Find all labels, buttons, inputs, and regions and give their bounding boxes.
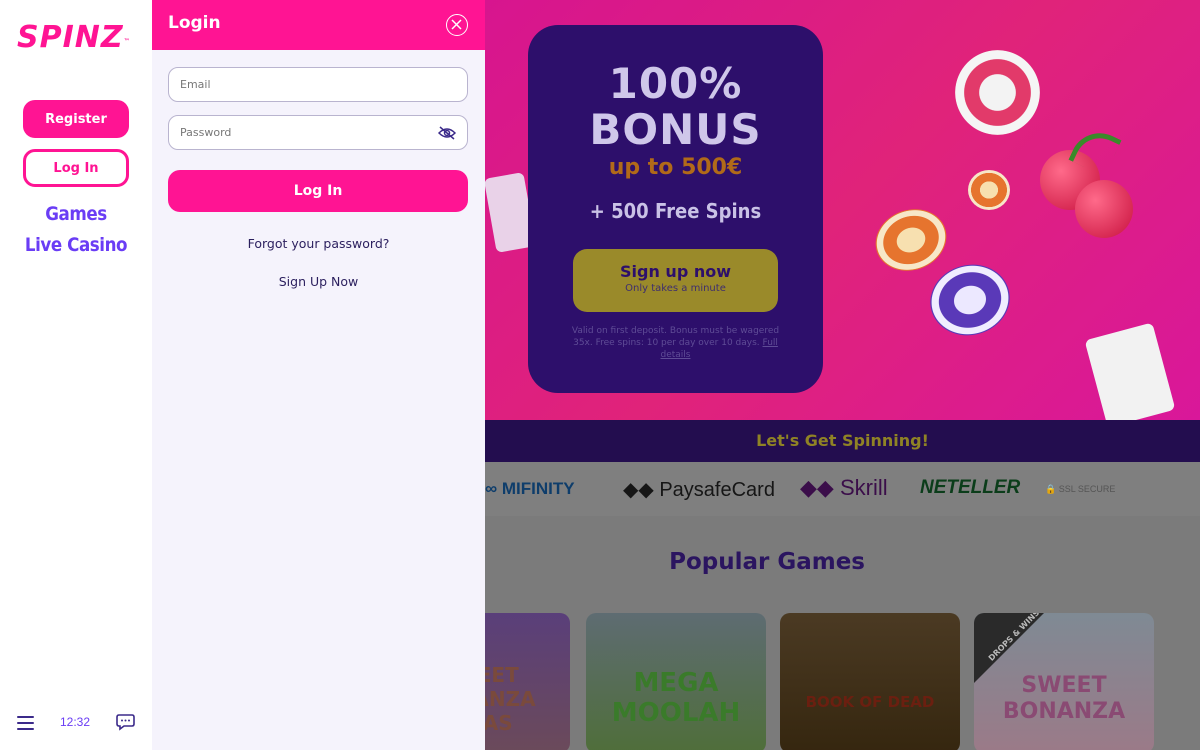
close-icon[interactable] bbox=[446, 14, 468, 36]
clock: 12:32 bbox=[60, 715, 91, 729]
spinz-logo[interactable]: SPINZ™ bbox=[17, 20, 131, 56]
chat-icon[interactable] bbox=[116, 713, 135, 731]
sidebar-footer: 12:32 bbox=[0, 712, 152, 736]
password-field[interactable] bbox=[168, 115, 468, 150]
modal-backdrop[interactable] bbox=[485, 0, 1200, 750]
background-page: 100% BONUS up to 500€ + 500 Free Spins S… bbox=[485, 0, 1200, 750]
register-button[interactable]: Register bbox=[23, 100, 129, 138]
email-field[interactable] bbox=[168, 67, 468, 102]
sign-up-link[interactable]: Sign Up Now bbox=[152, 274, 485, 289]
eye-slash-icon[interactable] bbox=[438, 126, 456, 140]
login-title: Login bbox=[168, 13, 221, 33]
login-panel: Login Log In Forgot your password? Sign … bbox=[152, 0, 485, 750]
sidebar-item-live-casino[interactable]: Live Casino bbox=[9, 234, 143, 256]
login-submit-button[interactable]: Log In bbox=[168, 170, 468, 212]
login-header: Login bbox=[152, 0, 485, 50]
hamburger-menu-icon[interactable] bbox=[17, 716, 34, 730]
sidebar: SPINZ™ Register Log In Games Live Casino… bbox=[0, 0, 152, 750]
password-input[interactable] bbox=[169, 116, 467, 149]
email-input[interactable] bbox=[169, 68, 467, 101]
sidebar-login-button[interactable]: Log In bbox=[23, 149, 129, 187]
sidebar-item-games[interactable]: Games bbox=[9, 203, 143, 225]
forgot-password-link[interactable]: Forgot your password? bbox=[152, 236, 485, 251]
